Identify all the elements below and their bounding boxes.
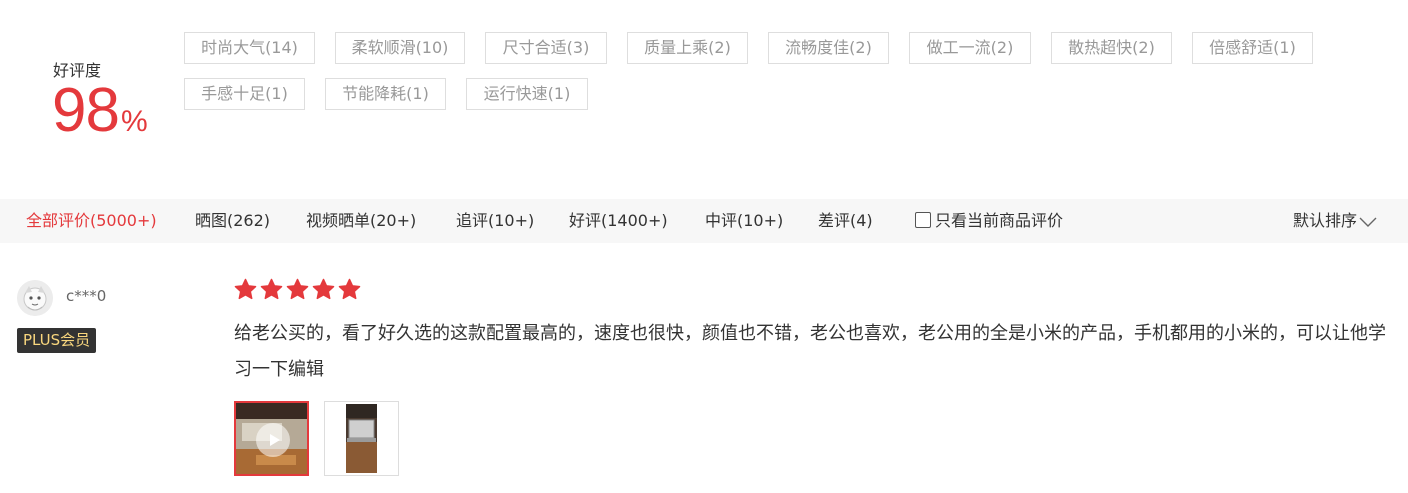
rating-summary: 好评度 98% 时尚大气(14) 柔软顺滑(10) 尺寸合适(3) 质量上乘(2…: [0, 0, 1408, 198]
review-filter-bar: 全部评价(5000+) 晒图(262) 视频晒单(20+) 追评(10+) 好评…: [0, 199, 1408, 243]
photo-thumbnail-image: [325, 402, 398, 475]
rating-value: 98%: [52, 80, 148, 142]
checkbox[interactable]: [915, 212, 931, 228]
star-icon: [260, 278, 283, 300]
username: c***0: [66, 287, 107, 305]
tag-item[interactable]: 运行快速(1): [466, 78, 588, 110]
tag-item[interactable]: 做工一流(2): [909, 32, 1031, 64]
tag-item[interactable]: 时尚大气(14): [184, 32, 315, 64]
play-icon: [270, 434, 280, 446]
sort-label: 默认排序: [1293, 211, 1358, 230]
star-icon: [286, 278, 309, 300]
tag-item[interactable]: 柔软顺滑(10): [335, 32, 465, 64]
filter-neutral[interactable]: 中评(10+): [705, 199, 783, 243]
filter-negative[interactable]: 差评(4): [818, 199, 873, 243]
filter-positive[interactable]: 好评(1400+): [569, 199, 668, 243]
rating-number: 98: [52, 76, 120, 145]
current-product-only-toggle[interactable]: 只看当前商品评价: [915, 199, 1063, 243]
review-photo-thumbnail[interactable]: [324, 401, 399, 476]
plus-member-badge: PLUS会员: [17, 328, 97, 353]
avatar[interactable]: [17, 280, 53, 316]
star-icon: [338, 278, 361, 300]
sort-dropdown[interactable]: 默认排序: [1293, 199, 1377, 243]
tag-item[interactable]: 节能降耗(1): [325, 78, 446, 110]
tag-item[interactable]: 尺寸合适(3): [485, 32, 607, 64]
star-icon: [234, 278, 257, 300]
filter-all[interactable]: 全部评价(5000+): [26, 199, 157, 243]
tag-item[interactable]: 质量上乘(2): [627, 32, 748, 64]
avatar-icon: [17, 280, 53, 316]
filter-follow-up[interactable]: 追评(10+): [456, 199, 534, 243]
checkbox-label: 只看当前商品评价: [935, 211, 1064, 230]
star-rating: [234, 278, 364, 302]
chevron-down-icon: [1359, 217, 1377, 227]
filter-photos[interactable]: 晒图(262): [195, 199, 270, 243]
play-button[interactable]: [256, 423, 290, 457]
filter-videos[interactable]: 视频晒单(20+): [306, 199, 416, 243]
tag-item[interactable]: 手感十足(1): [184, 78, 305, 110]
tag-item[interactable]: 流畅度佳(2): [768, 32, 889, 64]
tag-item[interactable]: 散热超快(2): [1051, 32, 1172, 64]
star-icon: [312, 278, 335, 300]
review-text: 给老公买的，看了好久选的这款配置最高的，速度也很快，颜值也不错，老公也喜欢，老公…: [234, 323, 1386, 380]
tag-item[interactable]: 倍感舒适(1): [1192, 32, 1313, 64]
rating-unit: %: [120, 105, 148, 138]
review-video-thumbnail[interactable]: [234, 401, 309, 476]
